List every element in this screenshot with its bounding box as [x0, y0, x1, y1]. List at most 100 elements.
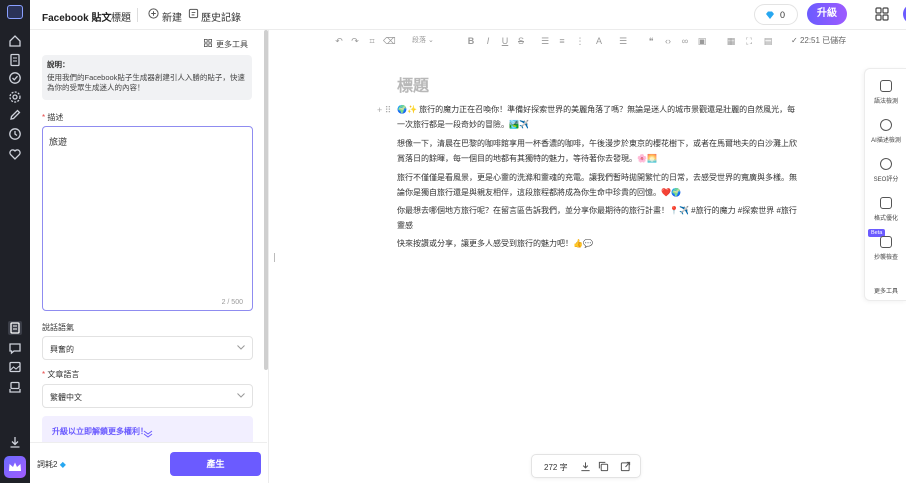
- article-icon[interactable]: [8, 321, 22, 335]
- promo-text: 升級以立即解鎖更多權利！: [52, 427, 148, 436]
- upgrade-promo[interactable]: 升級以立即解鎖更多權利！: [42, 416, 253, 442]
- quote-icon[interactable]: ❝: [645, 35, 657, 47]
- undo-icon[interactable]: ↶: [333, 35, 345, 47]
- char-count: 2 / 500: [221, 299, 243, 306]
- heart-icon[interactable]: [8, 147, 22, 161]
- history-icon[interactable]: [8, 127, 22, 141]
- grammar-icon: [880, 80, 892, 92]
- editor-toolbar: ↶ ↷ ⌗ ⌫ 段落 ⌄ B I U S ☰ ≡ ⋮ A ☰ ❝ ‹› ∞ ▣ …: [269, 30, 906, 52]
- ai-detection-button[interactable]: AI描述檢測: [865, 119, 906, 144]
- bullet-list-icon[interactable]: ⋮: [574, 35, 586, 47]
- plagiarism-check-button[interactable]: 抄襲檢查: [865, 236, 906, 261]
- download-icon[interactable]: [8, 435, 22, 449]
- language-select[interactable]: 繁體中文: [42, 384, 253, 408]
- divider: [137, 8, 138, 22]
- language-label: * 文章語言: [42, 370, 80, 379]
- history-icon[interactable]: [188, 8, 199, 19]
- upgrade-button[interactable]: 升級: [807, 3, 847, 25]
- underline-icon[interactable]: U: [499, 35, 511, 47]
- more-tools-link[interactable]: 更多工具: [216, 39, 248, 50]
- redo-icon[interactable]: ↷: [349, 35, 361, 47]
- app-logo[interactable]: [7, 5, 23, 19]
- chevron-down-icon: [237, 345, 245, 350]
- gear-icon[interactable]: [8, 90, 22, 104]
- form-footer: 詞耗2 ◆ 產生: [30, 442, 267, 483]
- fullscreen-icon[interactable]: ⛶: [743, 35, 755, 47]
- tab-title[interactable]: 標題: [111, 9, 131, 24]
- plagiarism-icon: [880, 236, 892, 248]
- paragraph[interactable]: 🌍✨ 旅行的魔力正在召喚你！準備好探索世界的美麗角落了嗎？無論是迷人的城市景觀還…: [397, 102, 802, 132]
- tone-label: 說話語氣: [42, 323, 74, 332]
- word-count: 272 字: [544, 463, 568, 472]
- document-icon[interactable]: [8, 53, 22, 67]
- download-icon[interactable]: [580, 461, 591, 472]
- bold-icon[interactable]: B: [465, 35, 477, 47]
- double-chevron-down-icon[interactable]: [143, 430, 153, 438]
- description-value: 旅遊: [49, 137, 68, 147]
- clear-format-icon[interactable]: ⌫: [383, 35, 396, 47]
- info-title: 說明：: [47, 60, 70, 69]
- word-count-bar: 272 字: [531, 454, 641, 478]
- document[interactable]: 標題 🌍✨ 旅行的魔力正在召喚你！準備好探索世界的美麗角落了嗎？無論是迷人的城市…: [397, 72, 802, 248]
- ai-detect-icon: [880, 119, 892, 131]
- strikethrough-icon[interactable]: S: [515, 35, 527, 47]
- plus-circle-icon[interactable]: [148, 8, 159, 19]
- stack-icon[interactable]: [8, 380, 22, 394]
- info-box: 說明： 使用我們的Facebook貼子生成器創建引人入勝的貼子，快速為你的受眾生…: [42, 55, 252, 100]
- apps-grid-icon[interactable]: [875, 7, 889, 21]
- align-icon[interactable]: ☰: [539, 35, 551, 47]
- info-text: 使用我們的Facebook貼子生成器創建引人入勝的貼子，快速為你的受眾生成迷人的…: [47, 73, 245, 92]
- generate-button[interactable]: 產生: [170, 452, 261, 476]
- format-optimize-button[interactable]: 格式優化: [865, 197, 906, 222]
- tone-select[interactable]: 興奮的: [42, 336, 253, 360]
- copy-icon[interactable]: [598, 461, 609, 472]
- image-icon[interactable]: [8, 360, 22, 374]
- code-icon[interactable]: ‹›: [662, 35, 674, 47]
- paragraph[interactable]: 你最想去哪個地方旅行呢？在留言區告訴我們，並分享你最期待的旅行計畫！📍✈️ #旅…: [397, 203, 802, 233]
- home-icon[interactable]: [8, 34, 22, 48]
- image-icon[interactable]: ▣: [696, 35, 708, 47]
- tone-value: 興奮的: [50, 345, 74, 354]
- paragraph-select[interactable]: 段落 ⌄: [412, 35, 434, 45]
- chat-icon[interactable]: [8, 341, 22, 355]
- more-tools-button[interactable]: 更多工具: [865, 282, 906, 295]
- credits-count: 0: [780, 10, 786, 20]
- grammar-check-button[interactable]: 語法檢測: [865, 80, 906, 105]
- chevron-down-icon: [237, 393, 245, 398]
- credit-cost: 詞耗2 ◆: [37, 460, 66, 469]
- preview-icon[interactable]: ▤: [762, 35, 774, 47]
- line-height-icon[interactable]: ☰: [617, 35, 629, 47]
- language-value: 繁體中文: [50, 393, 82, 402]
- crown-icon[interactable]: [4, 456, 26, 478]
- history-button[interactable]: 歷史記錄: [201, 9, 241, 24]
- text-color-icon[interactable]: A: [593, 35, 605, 47]
- drag-handle-icon[interactable]: + ⠿: [377, 105, 391, 116]
- description-label: * 描述: [42, 113, 64, 122]
- check-circle-icon[interactable]: [8, 71, 22, 85]
- new-button[interactable]: 新建: [162, 9, 182, 24]
- sidebar-rail: [0, 0, 30, 483]
- right-tools-panel: 語法檢測 AI描述檢測 SEO評分 格式優化 Beta 抄襲檢查 更多工具: [864, 68, 906, 301]
- format-painter-icon[interactable]: ⌗: [366, 35, 378, 47]
- document-title[interactable]: 標題: [397, 72, 802, 96]
- italic-icon[interactable]: I: [482, 35, 494, 47]
- credits-badge[interactable]: 0: [754, 4, 798, 25]
- edit-icon[interactable]: [8, 108, 22, 122]
- seo-score-button[interactable]: SEO評分: [865, 158, 906, 183]
- export-icon[interactable]: [620, 461, 631, 472]
- form-panel: 更多工具 說明： 使用我們的Facebook貼子生成器創建引人入勝的貼子，快速為…: [30, 30, 267, 442]
- panel-divider: [268, 30, 269, 483]
- description-textarea[interactable]: 旅遊 2 / 500: [42, 126, 253, 311]
- save-status: ✓ 22:51 已儲存: [791, 36, 847, 45]
- table-icon[interactable]: ▦: [725, 35, 737, 47]
- link-icon[interactable]: ∞: [679, 35, 691, 47]
- top-bar: Facebook 貼文 標題 新建 歷史記錄 0 升級: [30, 0, 906, 30]
- paragraph[interactable]: 快來按讚或分享，讓更多人感受到旅行的魅力吧！👍💬: [397, 236, 802, 251]
- resize-handle[interactable]: [274, 253, 275, 262]
- format-icon: [880, 197, 892, 209]
- paragraph[interactable]: 想像一下，清晨在巴黎的咖啡館享用一杯香濃的咖啡，午後漫步於東京的櫻花樹下，或者在…: [397, 136, 802, 166]
- paragraph[interactable]: 旅行不僅僅是看風景，更是心靈的洗滌和靈魂的充電。讓我們暫時拋開繁忙的日常，去感受…: [397, 170, 802, 200]
- gauge-icon: [880, 158, 892, 170]
- grid-icon[interactable]: [204, 39, 212, 47]
- ordered-list-icon[interactable]: ≡: [556, 35, 568, 47]
